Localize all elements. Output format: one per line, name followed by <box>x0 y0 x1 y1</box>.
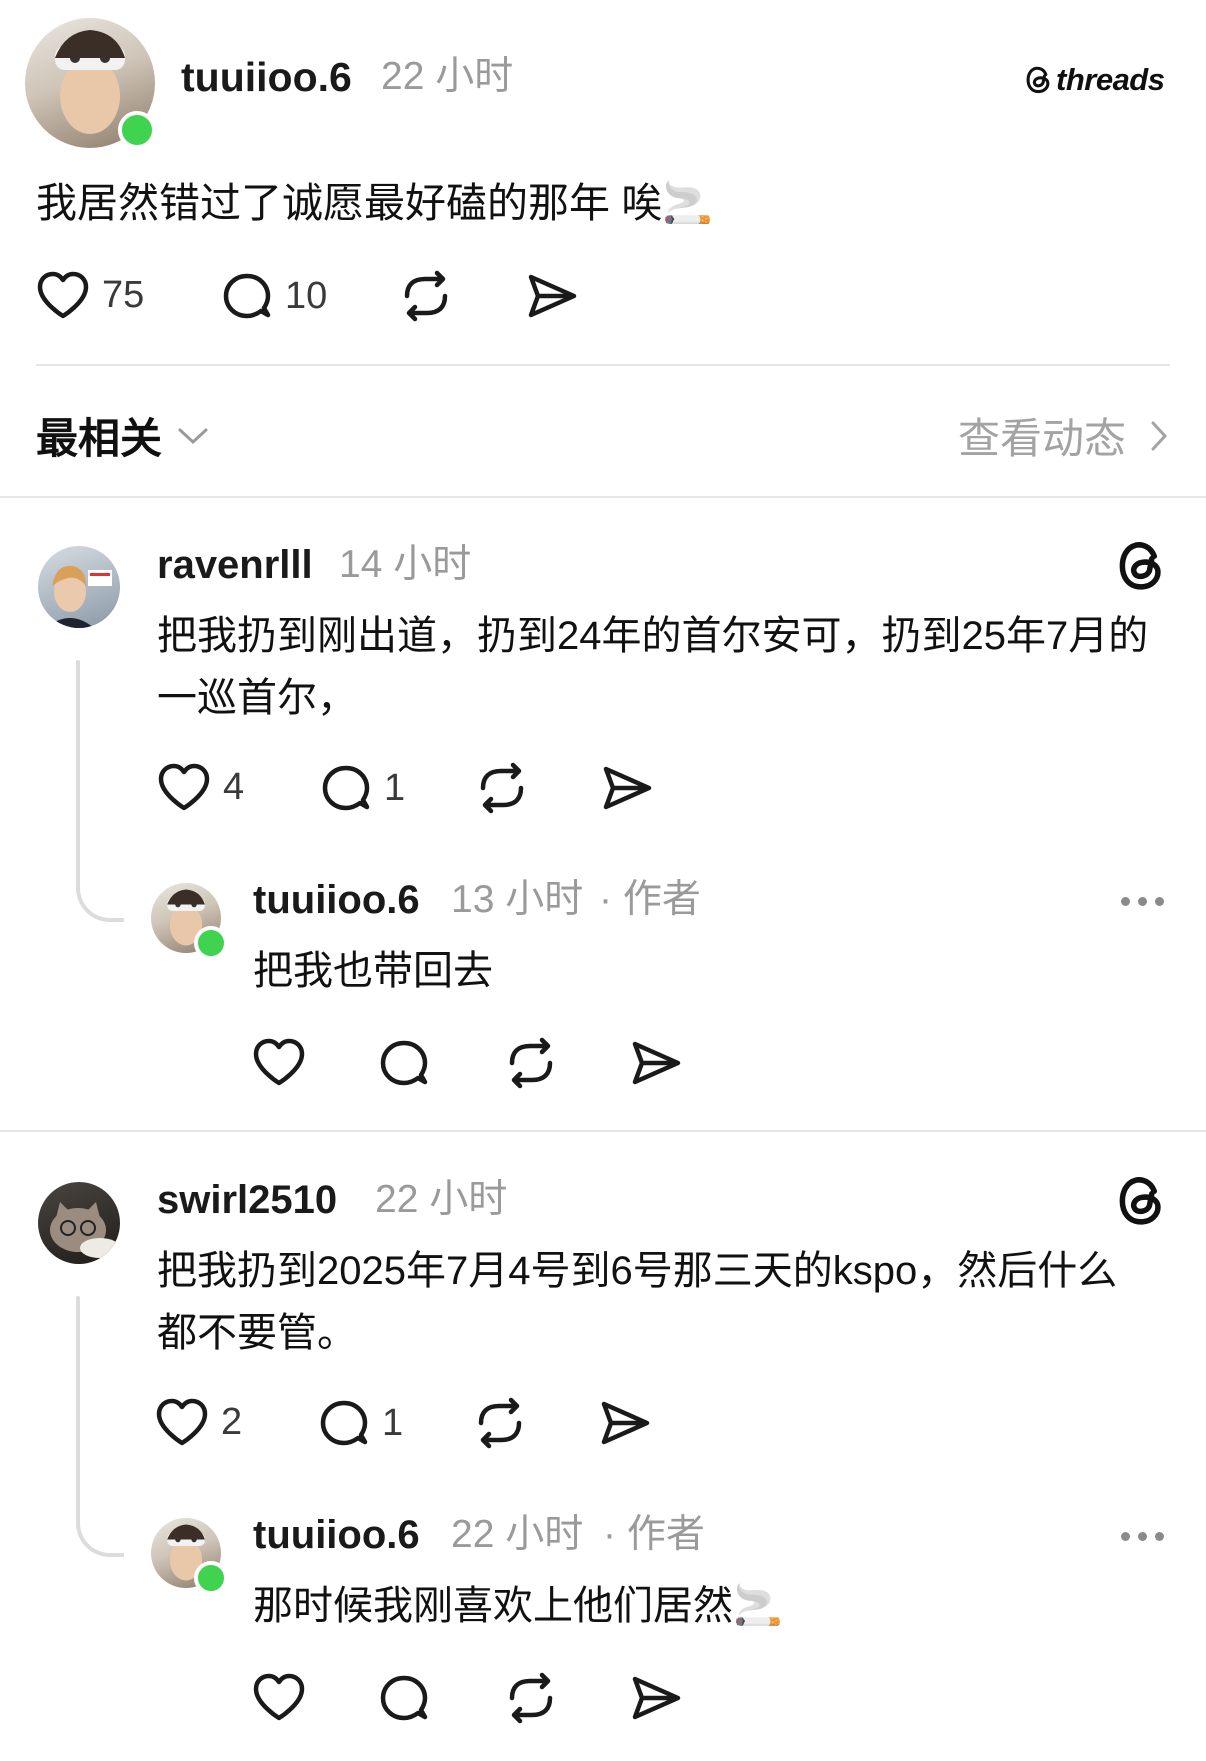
comment-divider <box>0 1130 1206 1132</box>
post-text: 我居然错过了诚愿最好磕的那年 唉🚬 <box>36 180 714 226</box>
reply-button[interactable]: 1 <box>320 762 405 814</box>
share-button[interactable] <box>599 1399 651 1447</box>
send-icon <box>528 274 577 318</box>
comment-bubble-icon <box>380 1675 428 1721</box>
avatar-cat-icon <box>50 1202 120 1258</box>
reply-text: 把我也带回去 <box>253 949 493 993</box>
reply-count: 1 <box>382 1401 404 1444</box>
share-button[interactable] <box>630 1039 682 1087</box>
threads-logo-icon <box>1119 542 1161 590</box>
comment-bubble-icon <box>223 273 271 319</box>
send-icon <box>632 1041 681 1085</box>
heart-icon <box>156 1398 208 1446</box>
heart-icon <box>158 763 210 811</box>
online-status-dot <box>194 926 228 960</box>
share-button[interactable] <box>601 764 653 812</box>
send-icon <box>603 766 652 810</box>
comment-avatar[interactable] <box>38 1182 120 1264</box>
threads-wordmark: threads <box>1056 62 1165 97</box>
reply-username[interactable]: tuuiioo.6 <box>253 1510 420 1560</box>
thread-connector-curve <box>76 850 124 922</box>
reply-button[interactable] <box>378 1672 430 1724</box>
thread-connector-curve <box>76 1485 124 1557</box>
like-button[interactable] <box>252 1037 306 1087</box>
like-button[interactable]: 2 <box>155 1397 242 1447</box>
repost-button[interactable] <box>504 1037 558 1089</box>
reply-timestamp: 13 小时 <box>451 878 584 921</box>
share-button[interactable] <box>526 272 578 320</box>
view-activity-link[interactable]: 查看动态 <box>958 405 1170 466</box>
more-options-button[interactable] <box>1121 1532 1164 1541</box>
heart-icon <box>37 271 89 319</box>
comment-bubble-icon <box>320 1400 368 1446</box>
author-tag: · 作者 <box>603 1513 705 1556</box>
sort-label: 最相关 <box>36 415 163 462</box>
like-count: 75 <box>102 273 145 316</box>
reply-button[interactable] <box>378 1037 430 1089</box>
heart-icon <box>253 1038 305 1086</box>
more-dots-icon <box>1121 897 1130 906</box>
online-status-dot <box>118 111 156 149</box>
comment-text: 把我扔到2025年7月4号到6号那三天的kspo，然后什么都不要管。 <box>157 1249 1118 1355</box>
chevron-right-icon <box>1151 421 1168 450</box>
more-dots-icon <box>1121 1532 1130 1541</box>
post-timestamp: 22 小时 <box>381 55 514 98</box>
threads-logo-icon <box>1026 66 1050 94</box>
like-button[interactable] <box>252 1672 306 1722</box>
like-count: 2 <box>221 1400 243 1443</box>
repost-icon <box>404 270 448 322</box>
share-button[interactable] <box>630 1674 682 1722</box>
more-dot <box>1155 897 1164 906</box>
threads-logo-icon <box>1119 1177 1161 1225</box>
view-activity-label: 查看动态 <box>957 415 1126 462</box>
more-dot <box>1155 1532 1164 1541</box>
online-status-dot <box>194 1561 228 1595</box>
more-dot <box>1138 897 1147 906</box>
comment-bubble-icon <box>322 765 370 811</box>
comment-bubble-icon <box>380 1040 428 1086</box>
more-dot <box>1138 1532 1147 1541</box>
comment-timestamp: 22 小时 <box>375 1178 508 1221</box>
reply-count: 10 <box>285 274 328 317</box>
reply-text: 那时候我刚喜欢上他们居然🚬 <box>253 1584 783 1628</box>
chevron-down-icon <box>178 428 208 444</box>
thread-connector-line <box>76 660 80 880</box>
more-options-button[interactable] <box>1121 897 1164 906</box>
repost-button[interactable] <box>473 1397 527 1449</box>
post-divider <box>36 364 1170 366</box>
repost-button[interactable] <box>399 270 453 322</box>
threads-brand: threads <box>1025 62 1165 98</box>
reply-timestamp: 22 小时 <box>451 1513 584 1556</box>
sort-dropdown[interactable]: 最相关 <box>36 405 210 466</box>
repost-icon <box>478 1397 522 1449</box>
post-author-username[interactable]: tuuiioo.6 <box>181 52 352 102</box>
repost-icon <box>480 762 524 814</box>
author-tag: · 作者 <box>599 878 701 921</box>
send-icon <box>601 1401 650 1445</box>
repost-button[interactable] <box>475 762 529 814</box>
repost-button[interactable] <box>504 1672 558 1724</box>
reply-count: 1 <box>384 766 406 809</box>
reply-button[interactable]: 10 <box>221 270 327 322</box>
repost-icon <box>509 1672 553 1724</box>
repost-icon <box>509 1037 553 1089</box>
thread-connector-line <box>76 1296 80 1516</box>
comment-avatar[interactable] <box>38 546 120 628</box>
like-count: 4 <box>223 765 245 808</box>
like-button[interactable]: 4 <box>157 762 244 812</box>
heart-icon <box>253 1673 305 1721</box>
send-icon <box>632 1676 681 1720</box>
like-button[interactable]: 75 <box>36 270 144 320</box>
section-divider <box>0 496 1206 498</box>
avatar-portrait-icon <box>46 565 112 628</box>
comment-timestamp: 14 小时 <box>339 543 472 586</box>
reply-username[interactable]: tuuiioo.6 <box>253 875 420 925</box>
comment-text: 把我扔到刚出道，扔到24年的首尔安可，扔到25年7月的一巡首尔， <box>157 614 1149 720</box>
reply-button[interactable]: 1 <box>318 1397 403 1449</box>
comment-username[interactable]: ravenrlll <box>157 540 313 590</box>
comment-username[interactable]: swirl2510 <box>157 1175 337 1225</box>
